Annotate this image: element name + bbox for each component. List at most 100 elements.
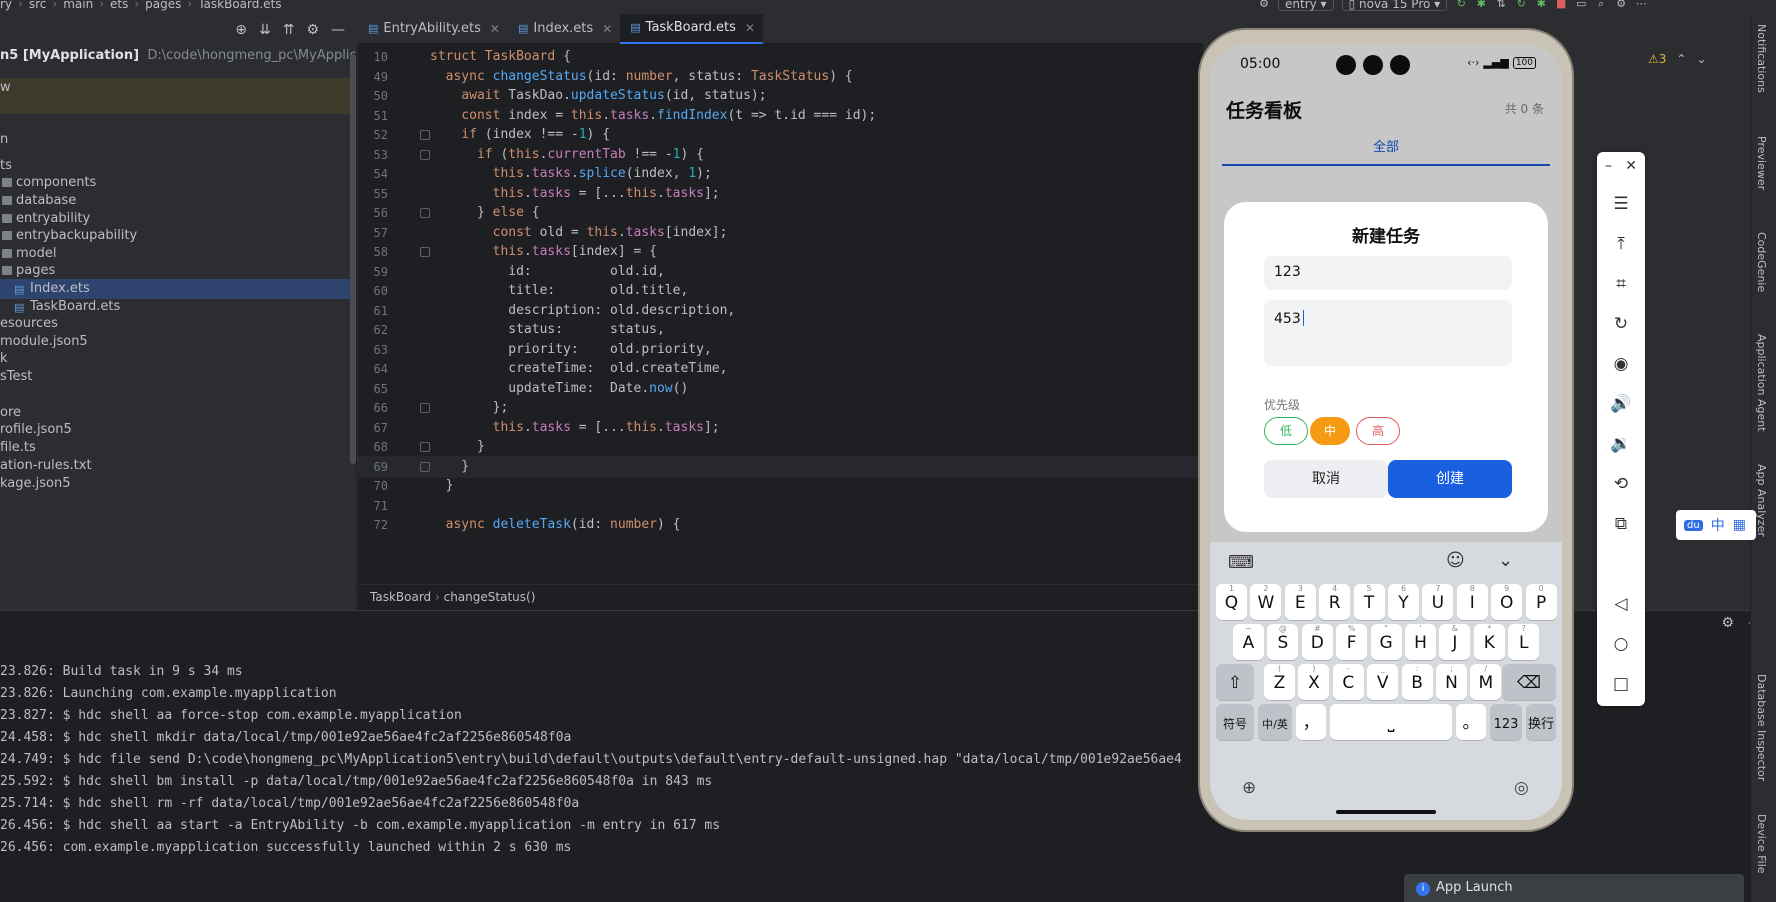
key[interactable]: ? L: [1508, 624, 1540, 660]
side-tool-database-inspector[interactable]: Database Inspector: [1755, 674, 1768, 781]
key[interactable]: 3E: [1284, 584, 1316, 620]
rerun-icon[interactable]: ↻: [1515, 0, 1527, 10]
fold-marker[interactable]: [420, 461, 430, 472]
minimize-icon[interactable]: – ✕: [1597, 158, 1645, 174]
key[interactable]: ' H: [1405, 624, 1436, 660]
tree-item[interactable]: sTest: [0, 367, 356, 387]
run-config-select[interactable]: entry ▾: [1278, 0, 1334, 11]
more-icon[interactable]: ⋯: [1635, 0, 1647, 10]
volume-down-icon[interactable]: 🔉: [1597, 434, 1645, 454]
priority-low-button[interactable]: 低: [1264, 417, 1308, 445]
number-key[interactable]: 123: [1490, 704, 1522, 740]
inspection-widget[interactable]: ⚠3 ⌃ ⌄: [1648, 52, 1707, 66]
profile-icon[interactable]: ✱: [1535, 0, 1547, 10]
crumb-item[interactable]: pages: [145, 0, 181, 10]
crumb-item[interactable]: src: [29, 0, 47, 10]
debug-icon[interactable]: ✱: [1475, 0, 1487, 10]
key[interactable]: & J: [1439, 624, 1471, 660]
locate-icon[interactable]: ⊕: [235, 22, 247, 38]
tree-item[interactable]: ▤ Index.ets: [0, 279, 356, 299]
expand-all-icon[interactable]: ⇊: [259, 22, 271, 38]
enter-key[interactable]: 换行: [1526, 704, 1556, 740]
period-key[interactable]: 。: [1456, 704, 1486, 740]
collapse-all-icon[interactable]: ⇈: [283, 22, 295, 38]
close-icon[interactable]: ✕: [602, 14, 612, 44]
settings-icon[interactable]: ⚙: [306, 22, 319, 38]
code-editor[interactable]: 10 struct TaskBoard {49 async changeStatu…: [358, 44, 1203, 584]
crumb-item[interactable]: TaskBoard.ets: [198, 0, 281, 10]
app-launch-notification[interactable]: i App Launch: [1404, 874, 1744, 902]
key[interactable]: 1Q: [1216, 584, 1247, 620]
tree-item[interactable]: kage.json5: [0, 474, 356, 494]
key[interactable]: " G: [1370, 624, 1402, 660]
key[interactable]: 7U: [1422, 584, 1454, 620]
chevron-up-icon[interactable]: ⌃: [1676, 52, 1686, 66]
side-tool-notifications[interactable]: Notifications: [1755, 24, 1768, 93]
refresh-icon[interactable]: ↻: [1455, 0, 1467, 10]
home-icon[interactable]: ○: [1597, 634, 1645, 654]
tab-entryability-ets[interactable]: ▤ EntryAbility.ets ✕: [358, 14, 508, 44]
chevron-down-icon[interactable]: ⌄: [1696, 52, 1706, 66]
key[interactable]: * K: [1473, 624, 1505, 660]
fold-marker[interactable]: [420, 442, 430, 452]
chevron-down-icon[interactable]: ⌄: [1498, 550, 1513, 571]
pin-top-icon[interactable]: ⤒: [1597, 234, 1645, 254]
device-manager-icon[interactable]: ▭: [1575, 0, 1587, 10]
side-tool-previewer[interactable]: Previewer: [1755, 136, 1768, 190]
home-indicator[interactable]: [1336, 810, 1436, 814]
tree-item[interactable]: pages: [0, 261, 356, 281]
create-button[interactable]: 创建: [1388, 460, 1512, 498]
key[interactable]: ~ A: [1233, 624, 1264, 660]
fold-marker[interactable]: [420, 208, 430, 218]
key[interactable]: 4R: [1319, 584, 1351, 620]
scrollbar[interactable]: [350, 54, 356, 464]
tree-item[interactable]: esources: [0, 314, 356, 334]
close-icon[interactable]: ✕: [490, 14, 500, 44]
tree-item[interactable]: components: [0, 173, 356, 193]
priority-medium-button[interactable]: 中: [1310, 417, 1350, 445]
back-icon[interactable]: ◁: [1597, 594, 1645, 614]
fold-marker[interactable]: [420, 247, 430, 257]
tree-item[interactable]: [0, 385, 356, 405]
tree-item[interactable]: n: [0, 130, 356, 150]
voice-icon[interactable]: ◎: [1514, 778, 1529, 798]
side-tool-application-agent[interactable]: Application Agent: [1755, 334, 1768, 432]
emoji-icon[interactable]: ☺: [1446, 550, 1465, 571]
side-tool-app-analyzer[interactable]: App Analyzer: [1755, 464, 1768, 537]
backspace-key[interactable]: ⌫: [1502, 664, 1556, 700]
stop-icon[interactable]: ■: [1555, 0, 1567, 10]
key[interactable]: % F: [1336, 624, 1368, 660]
tab-taskboard-ets[interactable]: ▤ TaskBoard.ets ✕: [620, 14, 763, 44]
shake-icon[interactable]: ⟲: [1597, 474, 1645, 494]
screenshot-icon[interactable]: ◉: [1597, 354, 1645, 374]
key[interactable]: :B: [1401, 664, 1433, 700]
recents-icon[interactable]: □: [1597, 674, 1645, 694]
tree-item[interactable]: file.ts: [0, 438, 356, 458]
key[interactable]: _ V: [1367, 664, 1399, 700]
key[interactable]: 2W: [1250, 584, 1282, 620]
space-key[interactable]: ⎵: [1330, 704, 1452, 740]
side-tool-device-file[interactable]: Device File: [1755, 814, 1768, 874]
multi-screen-icon[interactable]: ⧉: [1597, 514, 1645, 534]
device-select[interactable]: ▯ nova 15 Pro ▾: [1341, 0, 1448, 11]
key[interactable]: @ S: [1267, 624, 1299, 660]
tree-item[interactable]: ation-rules.txt: [0, 456, 356, 476]
tree-item[interactable]: entrybackupability: [0, 226, 356, 246]
project-root[interactable]: n5 [MyApplication] D:\code\hongmeng_pc\M…: [0, 48, 356, 68]
crop-icon[interactable]: ⌗: [1597, 274, 1645, 294]
emulator-screen[interactable]: 05:00 ‹·› ▂▄▆ 100 任务看板 共 0 条 全部 新建任务 123 4…: [1210, 44, 1562, 820]
lang-switch-key[interactable]: 中/英: [1258, 704, 1292, 740]
volume-up-icon[interactable]: 🔊: [1597, 394, 1645, 414]
grid-icon[interactable]: ▦: [1733, 517, 1746, 533]
gear-icon[interactable]: ⚙: [1258, 0, 1270, 10]
hide-icon[interactable]: —: [331, 22, 345, 38]
key[interactable]: 5T: [1353, 584, 1385, 620]
fold-marker[interactable]: [420, 403, 430, 413]
side-tool-codegenie[interactable]: CodeGenie: [1755, 232, 1768, 292]
crumb-item[interactable]: main: [63, 0, 93, 10]
comma-key[interactable]: ，: [1296, 704, 1326, 740]
tree-item[interactable]: database: [0, 191, 356, 211]
ime-lang[interactable]: 中: [1711, 515, 1725, 535]
key[interactable]: 6Y: [1388, 584, 1419, 620]
code-line[interactable]: 72 async deleteTask(id: number) {: [358, 514, 1203, 536]
